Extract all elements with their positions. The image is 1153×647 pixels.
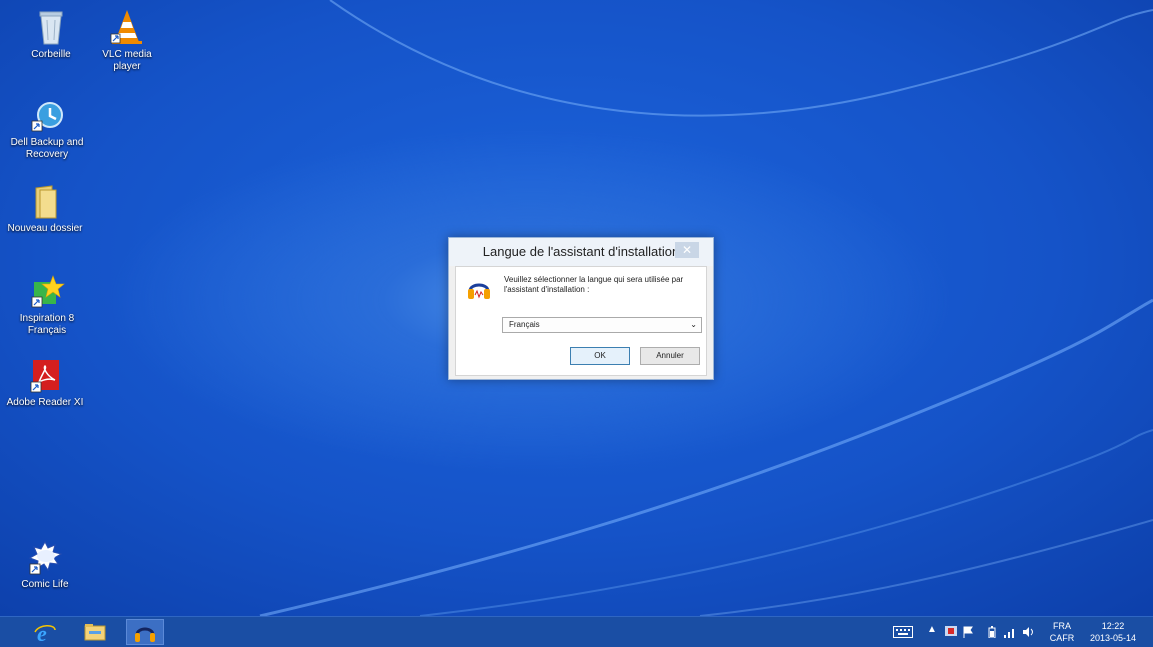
taskbar-audacity[interactable]	[126, 619, 164, 645]
wifi-signal-icon[interactable]	[1003, 626, 1017, 638]
desktop-icon-adobe-reader[interactable]: Adobe Reader XI	[6, 358, 84, 409]
notification-red-icon[interactable]	[945, 626, 959, 638]
recycle-bin-icon	[39, 11, 63, 45]
folder-icon	[35, 185, 57, 219]
desktop-icon-label: VLC media player	[102, 49, 152, 72]
desktop-icon-corbeille[interactable]: Corbeille	[12, 8, 90, 61]
volume-icon[interactable]	[1022, 626, 1036, 638]
taskbar: e ▲ FRA CAFR 12:22 2013-05-14	[0, 616, 1153, 647]
dialog-prompt: Veuillez sélectionner la langue qui sera…	[504, 275, 684, 294]
desktop-icon-label: Dell Backup and Recovery	[10, 137, 84, 160]
input-language-indicator[interactable]: FRA CAFR	[1047, 621, 1077, 643]
desktop-icon-dell-backup[interactable]: Dell Backup and Recovery	[8, 100, 86, 161]
dialog-body: Veuillez sélectionner la langue qui sera…	[455, 266, 707, 376]
desktop-icon-label: Inspiration 8 Français	[19, 313, 75, 336]
desktop-icon-label: Adobe Reader XI	[6, 397, 84, 408]
audacity-taskbar-icon	[135, 627, 155, 642]
inspiration-star-icon	[31, 275, 65, 308]
clock[interactable]: 12:22 2013-05-14	[1083, 621, 1143, 643]
internet-explorer-icon: e	[34, 622, 56, 644]
language-dialog: Langue de l'assistant d'installation ✕ V…	[448, 237, 714, 380]
desktop-icon-inspiration[interactable]: Inspiration 8 Français	[8, 274, 86, 337]
keyboard-layout-code: CAFR	[1049, 633, 1075, 643]
taskbar-file-explorer[interactable]	[76, 619, 114, 645]
dell-backup-icon	[31, 102, 63, 132]
ok-button[interactable]: OK	[570, 347, 630, 365]
keyboard-icon[interactable]	[893, 626, 913, 638]
clock-time: 12:22	[1101, 621, 1125, 631]
desktop-icon-vlc[interactable]: VLC media player	[88, 8, 166, 73]
battery-icon[interactable]	[988, 626, 996, 638]
comic-life-icon	[28, 540, 63, 575]
show-hidden-icons-chevron-up-icon[interactable]: ▲	[927, 624, 937, 635]
desktop-icon-label: Comic Life	[21, 579, 69, 590]
cancel-button[interactable]: Annuler	[640, 347, 700, 365]
language-dropdown-value: Français	[509, 320, 540, 329]
language-code: FRA	[1053, 621, 1071, 631]
audacity-icon	[468, 283, 490, 299]
dialog-title: Langue de l'assistant d'installation	[449, 238, 713, 266]
action-center-flag-icon[interactable]	[963, 626, 975, 638]
desktop-icon-nouveau-dossier[interactable]: Nouveau dossier	[6, 184, 84, 235]
adobe-reader-icon	[30, 360, 59, 393]
language-dropdown[interactable]: Français ⌄	[502, 317, 702, 333]
chevron-down-icon: ⌄	[690, 320, 697, 329]
clock-date: 2013-05-14	[1089, 633, 1137, 643]
close-button[interactable]: ✕	[675, 242, 699, 258]
desktop-icon-comic-life[interactable]: Comic Life	[6, 540, 84, 591]
file-explorer-icon	[84, 624, 106, 641]
desktop-icon-label: Corbeille	[31, 49, 71, 60]
desktop-icon-label: Nouveau dossier	[7, 223, 83, 234]
taskbar-internet-explorer[interactable]: e	[26, 619, 64, 645]
vlc-cone-icon	[110, 10, 142, 44]
